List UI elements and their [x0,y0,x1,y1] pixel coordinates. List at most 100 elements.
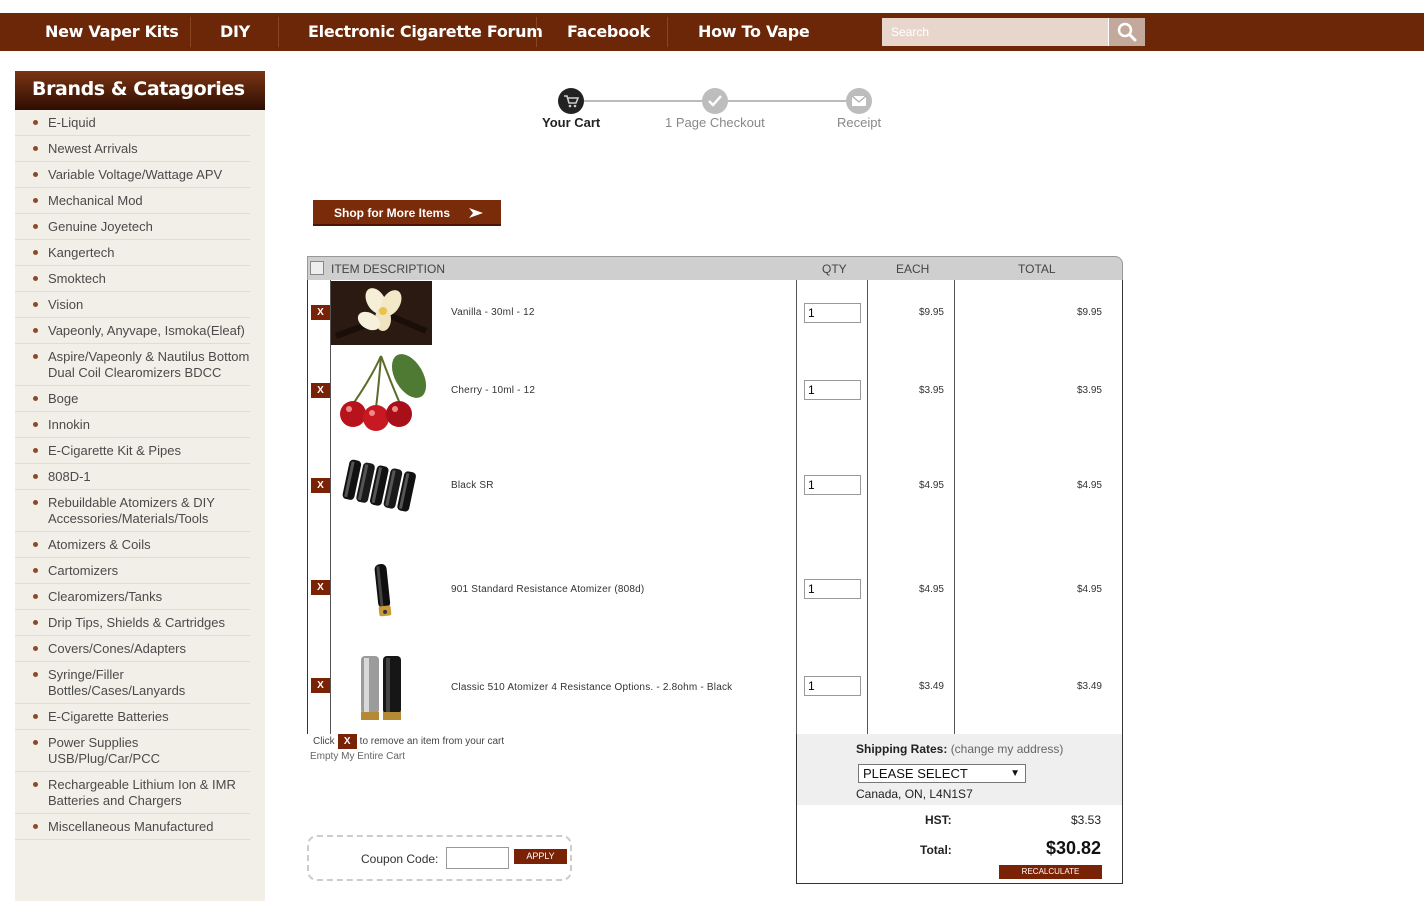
sidebar-category-item[interactable]: Genuine Joyetech [15,214,250,240]
broken-image-icon [310,261,324,275]
sidebar-category-item[interactable]: Boge [15,386,250,412]
sidebar-category-item[interactable]: Clearomizers/Tanks [15,584,250,610]
sidebar-title: Brands & Catagories [15,71,265,110]
vanilla-product-image[interactable] [331,281,432,345]
sidebar-category-item[interactable]: Vapeonly, Anyvape, Ismoka(Eleaf) [15,318,250,344]
search-box [882,18,1145,46]
sidebar-category-item[interactable]: Drip Tips, Shields & Cartridges [15,610,250,636]
item-name[interactable]: Black SR [451,480,494,491]
sidebar-category-item[interactable]: Power Supplies USB/Plug/Car/PCC [15,730,250,772]
item-each-price: $4.95 [918,480,944,491]
sidebar-category-item[interactable]: Smoktech [15,266,250,292]
item-total-price: $3.95 [1076,385,1102,396]
remove-item-button[interactable]: X [311,478,330,493]
header-description: ITEM DESCRIPTION [331,262,446,276]
arrow-right-icon [469,208,483,218]
quantity-input[interactable] [804,303,861,323]
empty-cart-link[interactable]: Empty My Entire Cart [310,751,405,762]
main-nav: New Vaper Kits DIY Electronic Cigarette … [0,13,1424,51]
nav-separator [536,17,537,47]
checkmark-icon [702,88,728,114]
nav-new-vaper-kits[interactable]: New Vaper Kits [45,13,179,51]
sidebar-category-item[interactable]: Vision [15,292,250,318]
sidebar-category-item[interactable]: Mechanical Mod [15,188,250,214]
atomizer-product-image[interactable] [331,562,432,622]
sidebar-category-item[interactable]: E-Cigarette Kit & Pipes [15,438,250,464]
sidebar-category-item[interactable]: Rechargeable Lithium Ion & IMR Batteries… [15,772,250,814]
search-input[interactable] [882,18,1108,46]
table-row: X Cherry - 10ml - 12 $3.95 $3.95 [307,346,1123,434]
quantity-input[interactable] [804,676,861,696]
nav-separator [278,17,279,47]
envelope-icon [846,88,872,114]
sidebar-category-item[interactable]: Covers/Cones/Adapters [15,636,250,662]
remove-item-button[interactable]: X [311,305,330,320]
sidebar-category-item[interactable]: Syringe/Filler Bottles/Cases/Lanyards [15,662,250,704]
quantity-input[interactable] [804,579,861,599]
quantity-input[interactable] [804,380,861,400]
apply-coupon-button[interactable]: APPLY [514,849,567,864]
item-name[interactable]: Vanilla - 30ml - 12 [451,307,535,318]
table-row: X Black SR $4.95 $4.95 [307,434,1123,538]
shipping-panel: Shipping Rates: (change my address) PLEA… [796,734,1123,805]
step-connector [716,100,858,102]
nav-separator [190,17,191,47]
nav-how-to-vape[interactable]: How To Vape [698,13,810,51]
nav-separator [667,17,668,47]
shipping-label: Shipping Rates: [856,742,948,756]
cherry-product-image[interactable] [331,348,432,432]
sidebar-category-item[interactable]: Atomizers & Coils [15,532,250,558]
sidebar-category-item[interactable]: 808D-1 [15,464,250,490]
search-icon [1117,22,1137,42]
table-row: X 901 Standard Resistance Atomizer (808d… [307,538,1123,638]
nav-facebook[interactable]: Facebook [567,13,650,51]
sidebar-category-item[interactable]: Kangertech [15,240,250,266]
remove-item-button[interactable]: X [311,678,330,693]
sidebar-category-item[interactable]: E-Liquid [15,110,250,136]
quantity-input[interactable] [804,475,861,495]
total-value: $30.82 [1045,838,1101,858]
coupon-label: Coupon Code: [361,852,439,866]
item-each-price: $9.95 [918,307,944,318]
remove-item-button[interactable]: X [311,383,330,398]
step-connector [571,100,714,102]
sidebar-category-item[interactable]: Miscellaneous Manufactured [15,814,250,840]
shipping-select[interactable]: PLEASE SELECT ▼ [858,764,1026,783]
caret-down-icon: ▼ [1010,768,1020,779]
shop-more-button[interactable]: Shop for More Items [313,200,501,226]
totals-panel: HST: $3.53 Total: $30.82 RECALCULATE [796,805,1123,884]
sidebar-category-item[interactable]: Cartomizers [15,558,250,584]
sidebar: Brands & Catagories E-Liquid Newest Arriv… [15,71,265,901]
change-address-link[interactable]: (change my address) [951,742,1064,756]
table-row: X Vanilla - 30ml - 12 $9.95 $9.95 [307,280,1123,346]
sidebar-category-item[interactable]: Variable Voltage/Wattage APV [15,162,250,188]
remove-item-button[interactable]: X [311,580,330,595]
table-row: X Classic 510 Atomizer 4 Resistance Opti… [307,638,1123,734]
sidebar-category-item[interactable]: Newest Arrivals [15,136,250,162]
search-button[interactable] [1108,18,1145,46]
nav-diy[interactable]: DIY [220,13,250,51]
header-total: TOTAL [1018,262,1056,276]
category-list: E-Liquid Newest Arrivals Variable Voltage/… [15,110,265,840]
total-label: Total: [920,843,952,857]
sidebar-category-item[interactable]: Rebuildable Atomizers & DIY Accessories/… [15,490,250,532]
cart-step-icon [558,88,584,114]
classic-510-product-image[interactable] [331,652,432,724]
nav-forum[interactable]: Electronic Cigarette Forum [308,13,543,51]
step-checkout[interactable]: 1 Page Checkout [665,115,765,130]
step-your-cart[interactable]: Your Cart [542,115,600,130]
coupon-input[interactable] [446,847,509,869]
black-sr-product-image[interactable] [331,452,432,522]
sidebar-category-item[interactable]: Aspire/Vapeonly & Nautilus Bottom Dual C… [15,344,250,386]
item-name[interactable]: Classic 510 Atomizer 4 Resistance Option… [451,682,732,693]
sidebar-category-item[interactable]: E-Cigarette Batteries [15,704,250,730]
item-total-price: $9.95 [1076,307,1102,318]
item-each-price: $3.95 [918,385,944,396]
item-name[interactable]: 901 Standard Resistance Atomizer (808d) [451,584,644,595]
checkout-steps: Your Cart 1 Page Checkout Receipt [540,86,890,136]
recalculate-button[interactable]: RECALCULATE [999,865,1102,879]
sidebar-category-item[interactable]: Innokin [15,412,250,438]
shop-more-label: Shop for More Items [334,206,451,220]
item-name[interactable]: Cherry - 10ml - 12 [451,385,535,396]
remove-example-icon: X [337,734,357,749]
